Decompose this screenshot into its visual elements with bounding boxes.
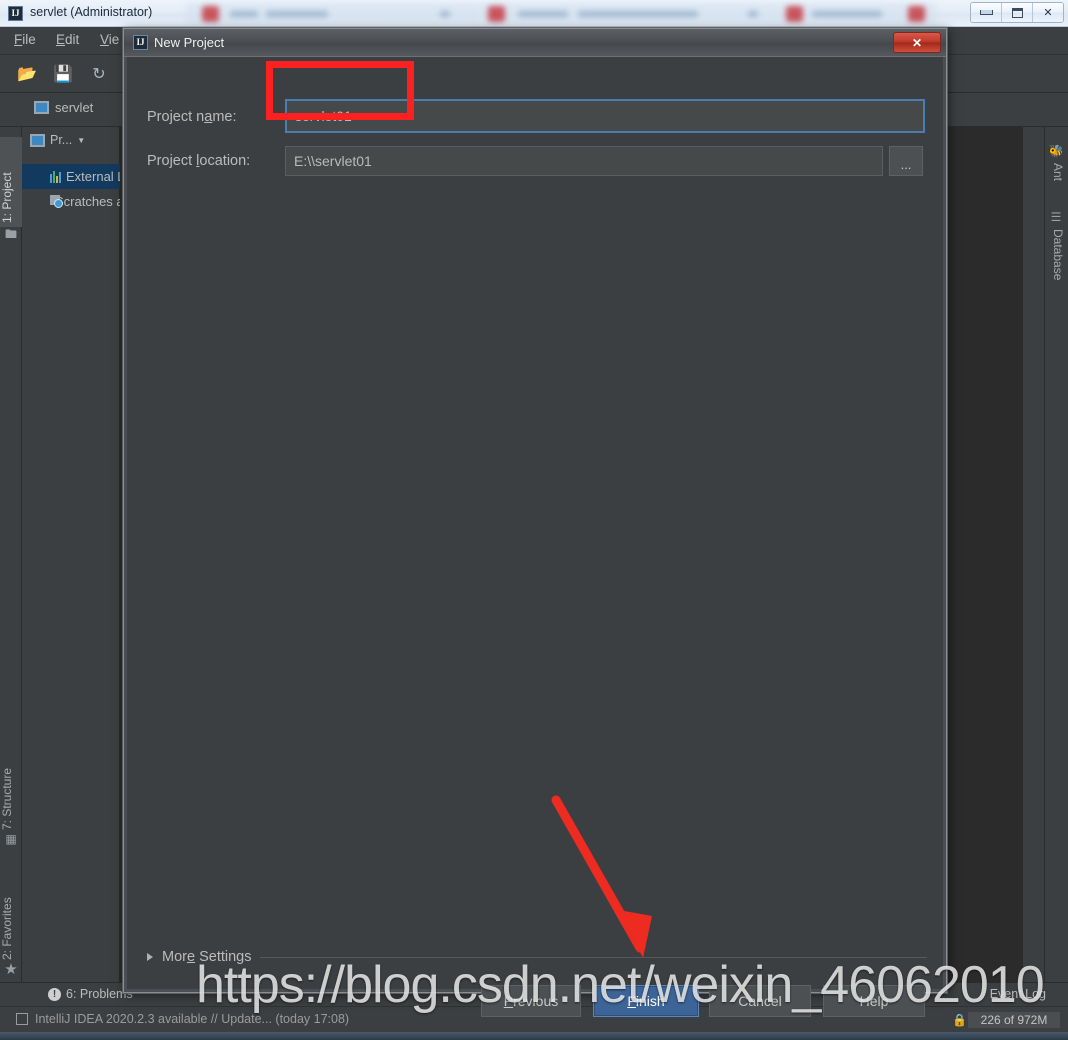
cancel-button[interactable]: Cancel bbox=[709, 985, 811, 1017]
left-tool-strip: 1: Project 🖿 7: Structure ▦ 2: Favorites… bbox=[0, 127, 22, 987]
sidebar-item-favorites[interactable]: 2: Favorites bbox=[0, 854, 22, 964]
project-location-input[interactable]: E:\\servlet01 bbox=[285, 146, 883, 176]
project-location-label: Project location: bbox=[147, 153, 250, 169]
more-settings-label-mnemonic: e bbox=[186, 949, 196, 965]
close-icon: ✕ bbox=[1043, 7, 1053, 19]
error-icon: ! bbox=[48, 987, 61, 1001]
menu-edit[interactable]: Edit bbox=[56, 32, 79, 47]
project-panel-header[interactable]: Pr... ▼ bbox=[22, 127, 120, 153]
blurred-browser-tabs-region-2 bbox=[478, 3, 778, 24]
event-log-tab[interactable]: Event Log bbox=[990, 987, 1046, 1001]
previous-button-post: revious bbox=[513, 993, 559, 1009]
sidebar-item-database-label: Database bbox=[1051, 229, 1065, 281]
intellij-logo-icon: IJ bbox=[8, 6, 23, 21]
dialog-titlebar: IJ New Project ✕ bbox=[124, 29, 946, 57]
project-icon bbox=[30, 133, 45, 147]
dialog-title: New Project bbox=[154, 35, 225, 50]
project-name-label: Project name: bbox=[147, 109, 236, 125]
status-message-text: IntelliJ IDEA 2020.2.3 available // Upda… bbox=[35, 1012, 350, 1026]
minimize-icon bbox=[979, 10, 993, 15]
project-panel-title: Pr... bbox=[50, 133, 73, 147]
breadcrumb[interactable]: servlet bbox=[34, 100, 93, 115]
event-log-label: Event Log bbox=[989, 987, 1046, 1001]
more-settings-row[interactable]: More Settings bbox=[147, 946, 927, 968]
project-tool-window: Pr... ▼ External Libraries Scratches and… bbox=[22, 127, 120, 987]
minimize-button[interactable] bbox=[971, 3, 1002, 22]
project-location-label-post: ocation: bbox=[199, 153, 251, 169]
tree-item-external-libraries[interactable]: External Libraries bbox=[22, 164, 120, 189]
project-name-label-pre: Project n bbox=[147, 109, 205, 125]
project-folder-icon: 🖿 bbox=[4, 227, 17, 241]
module-icon bbox=[34, 101, 49, 114]
maximize-button[interactable] bbox=[1002, 3, 1033, 22]
browse-location-button[interactable]: ... bbox=[889, 146, 923, 176]
chevron-right-icon bbox=[147, 953, 153, 961]
more-settings-label: More Settings bbox=[162, 949, 251, 965]
sidebar-item-project-label: 1: Project bbox=[0, 172, 14, 223]
breadcrumb-label: servlet bbox=[55, 100, 94, 115]
memory-indicator[interactable]: 226 of 972M bbox=[968, 1012, 1060, 1028]
window-title: servlet (Administrator) bbox=[30, 5, 153, 19]
right-tool-strip: 🐝 Ant ☰ Database bbox=[1044, 127, 1068, 987]
screen-root: IJ servlet (Administrator) ✕ File Edit V… bbox=[0, 0, 1068, 1040]
menu-file[interactable]: File bbox=[14, 32, 36, 47]
project-name-label-post: me: bbox=[212, 109, 237, 125]
sidebar-item-project[interactable]: 1: Project bbox=[0, 137, 22, 227]
more-settings-divider bbox=[260, 956, 927, 958]
ant-icon: 🐝 bbox=[1048, 144, 1064, 158]
chevron-down-icon[interactable]: ▼ bbox=[77, 136, 85, 145]
finish-button-post: inish bbox=[635, 993, 665, 1009]
tree-item-scratches-label: Scratches and Consoles bbox=[55, 194, 120, 209]
blurred-browser-tabs-region bbox=[186, 3, 478, 24]
finish-button[interactable]: Finish bbox=[593, 985, 699, 1017]
sync-refresh-icon[interactable]: ↻ bbox=[88, 64, 110, 84]
sidebar-item-database[interactable]: Database bbox=[1047, 229, 1065, 297]
menu-view[interactable]: Vie bbox=[100, 32, 119, 47]
sidebar-item-ant-label: Ant bbox=[1051, 163, 1065, 182]
database-icon: ☰ bbox=[1050, 210, 1062, 224]
sidebar-item-favorites-label: 2: Favorites bbox=[0, 897, 14, 960]
finish-button-mnemonic: F bbox=[627, 993, 636, 1009]
os-taskbar bbox=[0, 1032, 1068, 1040]
close-button[interactable]: ✕ bbox=[1033, 3, 1063, 22]
cancel-button-label: Cancel bbox=[738, 993, 782, 1009]
sidebar-item-structure[interactable]: 7: Structure bbox=[0, 722, 22, 834]
save-all-icon[interactable]: 💾 bbox=[52, 64, 74, 84]
open-folder-icon[interactable]: 📂 bbox=[16, 64, 38, 84]
window-titlebar: IJ servlet (Administrator) ✕ bbox=[0, 0, 1068, 27]
project-name-input[interactable]: servlet01 bbox=[285, 99, 925, 133]
tree-item-scratches[interactable]: Scratches and Consoles bbox=[22, 189, 120, 214]
libraries-icon bbox=[50, 170, 61, 183]
new-project-dialog: IJ New Project ✕ Project name: servlet01… bbox=[123, 28, 947, 1017]
problems-tab[interactable]: ! 6: Problems bbox=[48, 987, 133, 1001]
dialog-logo-icon: IJ bbox=[133, 35, 148, 50]
lock-icon[interactable]: 🔒 bbox=[952, 1013, 967, 1027]
blurred-browser-tabs-region-3 bbox=[778, 3, 936, 24]
more-settings-label-pre: Mor bbox=[162, 949, 187, 965]
dialog-body: Project name: servlet01 Project location… bbox=[124, 57, 946, 1017]
help-button[interactable]: Help bbox=[823, 985, 925, 1017]
sidebar-item-ant[interactable]: Ant bbox=[1047, 163, 1065, 197]
help-button-label: Help bbox=[859, 993, 889, 1009]
window-controls[interactable]: ✕ bbox=[970, 2, 1064, 23]
status-message[interactable]: IntelliJ IDEA 2020.2.3 available // Upda… bbox=[16, 1012, 349, 1026]
more-settings-label-post: Settings bbox=[195, 949, 252, 965]
dialog-close-button[interactable]: ✕ bbox=[893, 32, 941, 53]
star-icon: ★ bbox=[4, 961, 18, 978]
ide-update-icon bbox=[16, 1013, 28, 1025]
tree-item-external-libraries-label: External Libraries bbox=[66, 169, 120, 184]
previous-button-mnemonic: P bbox=[503, 993, 514, 1009]
project-location-label-pre: Project bbox=[147, 153, 197, 169]
maximize-icon bbox=[1011, 7, 1023, 18]
previous-button[interactable]: Previous bbox=[481, 985, 581, 1017]
structure-icon: ▦ bbox=[5, 832, 17, 846]
sidebar-item-structure-label: 7: Structure bbox=[0, 767, 14, 830]
